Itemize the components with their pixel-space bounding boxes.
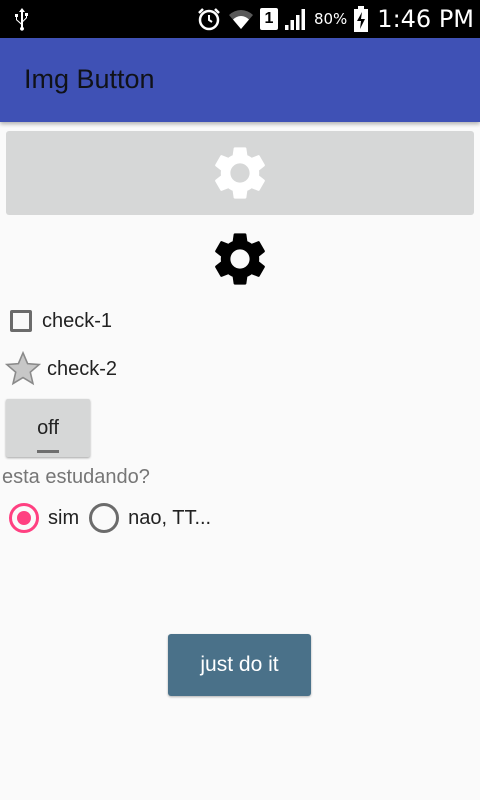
status-icons: 1 80% 1:46 PM [196,0,474,38]
radio-group: sim nao, TT... [0,499,211,537]
alarm-icon [198,8,220,31]
toggle-label: off [37,417,59,439]
image-button[interactable] [6,131,474,215]
toggle-indicator [37,450,59,453]
app-title: Img Button [24,64,155,94]
question-text: esta estudando? [2,466,150,488]
radio-label-sim: sim [48,506,80,529]
app-bar: Img Button [0,38,480,122]
just-do-it-button[interactable]: just do it [168,634,311,696]
star-label: check-2 [47,357,118,380]
checkbox-unchecked-icon[interactable] [10,310,32,332]
status-bar: 1 80% 1:46 PM [0,0,480,38]
star-check-2[interactable]: check-2 [0,349,117,389]
signal-icon [284,9,305,30]
wifi-icon [228,10,253,30]
checkbox-check-1[interactable]: check-1 [0,301,112,341]
toggle-button[interactable]: off [6,399,90,457]
radio-sim[interactable] [9,503,39,533]
star-icon[interactable] [4,350,42,388]
gear-icon [215,233,265,285]
sim-icon: 1 [259,8,278,30]
battery-charging-icon [354,6,369,32]
usb-icon [15,8,28,31]
radio-dot [17,511,31,525]
clock: 1:46 PM [377,5,474,33]
checkbox-label: check-1 [42,309,113,332]
battery-percent: 80% [313,10,348,28]
radio-nao[interactable] [89,503,120,533]
radio-label-nao: nao, TT... [128,506,212,529]
gear-icon [215,147,265,199]
